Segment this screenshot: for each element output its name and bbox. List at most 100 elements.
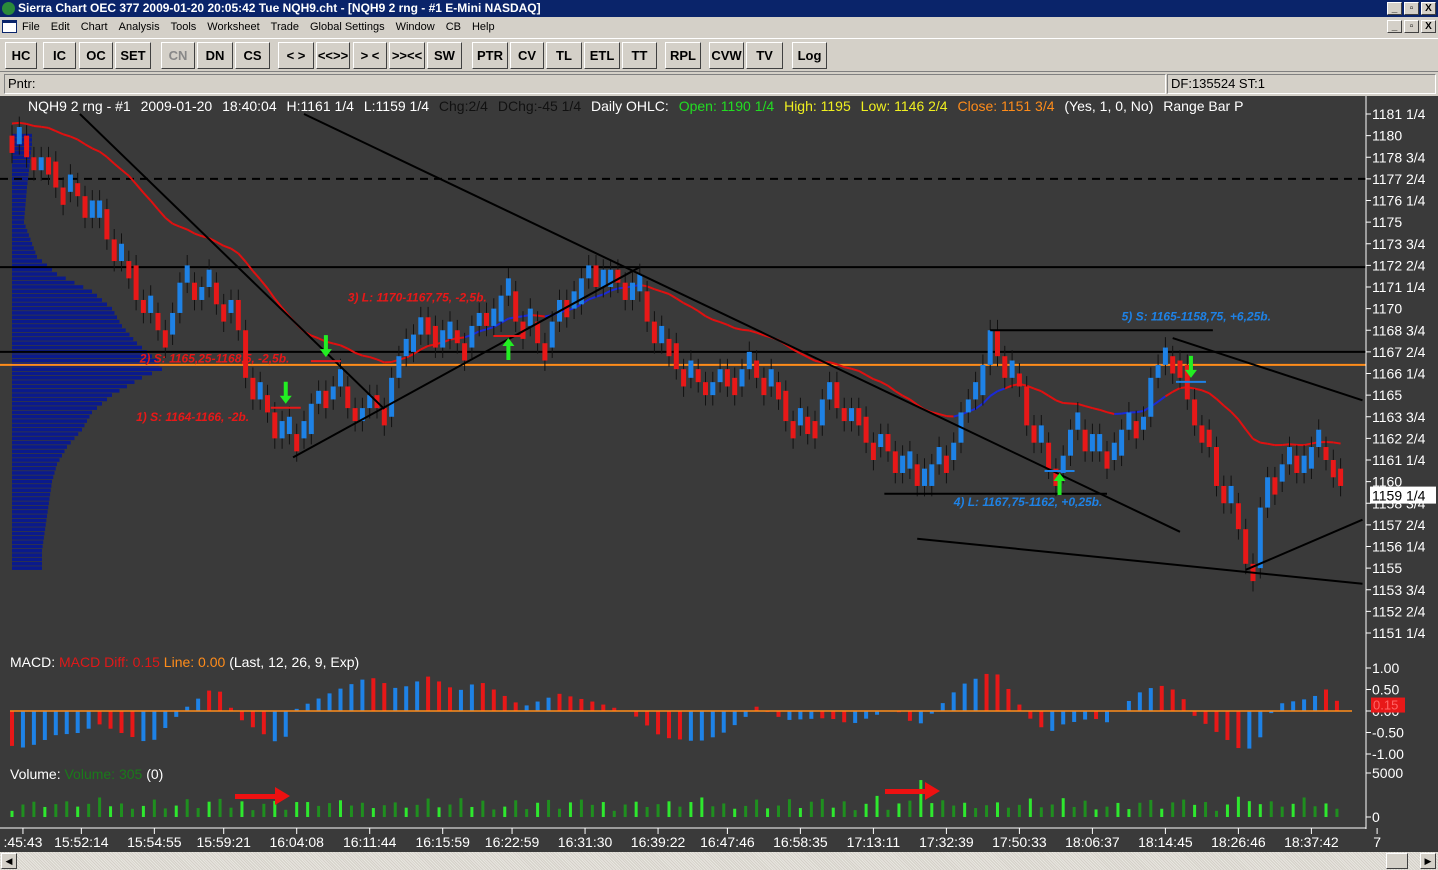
scroll-right-icon[interactable]: ▶ (1420, 853, 1436, 869)
bar-change: Chg:2/4 (438, 98, 488, 114)
macd-bar (743, 711, 748, 717)
menu-cb[interactable]: CB (446, 17, 461, 37)
volume-bar (437, 807, 441, 817)
menu-analysis[interactable]: Analysis (119, 17, 160, 37)
moving-average-segment (712, 318, 721, 323)
macd-bar (1148, 688, 1153, 712)
toolbar-button-ptr[interactable]: PTR (472, 42, 508, 69)
macd-bar (360, 679, 365, 712)
candle-body (1199, 425, 1205, 443)
candle-body (513, 291, 519, 322)
volume-profile-bar (12, 376, 142, 380)
toolbar-button-log[interactable]: Log (792, 42, 827, 69)
document-icon[interactable] (2, 20, 17, 33)
close-button[interactable]: X (1421, 2, 1436, 15)
volume-bar (601, 802, 605, 817)
scroll-thumb[interactable] (1386, 853, 1408, 869)
volume-bar (536, 802, 540, 817)
menu-chart[interactable]: Chart (81, 17, 108, 37)
toolbar-button-set[interactable]: SET (115, 42, 151, 69)
candle-body (1089, 434, 1095, 452)
volume-bar (1083, 800, 1087, 817)
toolbar-button-dn[interactable]: DN (197, 42, 233, 69)
macd-bar (404, 686, 409, 712)
menu-trade[interactable]: Trade (271, 17, 299, 37)
volume-profile-bar (12, 479, 52, 484)
doc-minimize-button[interactable]: _ (1387, 20, 1402, 33)
menu-tools[interactable]: Tools (171, 17, 197, 37)
volume-bar (1138, 802, 1142, 817)
macd-bar (864, 711, 869, 719)
macd-bar (842, 711, 847, 723)
candle-body (498, 295, 504, 322)
pointer-field: Pntr: (4, 74, 1166, 94)
restore-button[interactable]: ▫ (1404, 2, 1419, 15)
toolbar-button-oc[interactable]: OC (79, 42, 113, 69)
volume-profile-bar (12, 553, 42, 557)
toolbar-button-tv[interactable]: TV (746, 42, 783, 69)
menu-global-settings[interactable]: Global Settings (310, 17, 385, 37)
volume-bar (777, 805, 780, 817)
candle-body (279, 421, 285, 439)
macd-bar (513, 702, 518, 712)
study-params: (Yes, 1, 0, No) (1064, 98, 1154, 114)
candle-body (885, 434, 891, 452)
moving-average-segment (252, 270, 261, 280)
volume-bar (262, 803, 266, 817)
candle-body (688, 360, 694, 378)
volume-profile-bar (12, 501, 49, 506)
toolbar-button-llgg[interactable]: <<>> (316, 42, 350, 69)
volume-profile-bar (12, 427, 82, 432)
toolbar-button-cs[interactable]: CS (235, 42, 270, 69)
toolbar-button-cv[interactable]: CV (510, 42, 544, 69)
scroll-left-icon[interactable]: ◀ (1, 853, 17, 869)
doc-restore-button[interactable]: ▫ (1404, 20, 1419, 33)
volume-tick-label: 0 (1372, 809, 1380, 825)
macd-legend: MACD: MACD Diff: 0.15 Line: 0.00 (Last, … (10, 654, 359, 670)
menu-edit[interactable]: Edit (51, 17, 70, 37)
chart-canvas[interactable]: 1) S: 1164-1166, -2b. 2) S: 1165,25-1168,… (0, 96, 1438, 852)
toolbar-button-cn[interactable]: CN (161, 42, 195, 69)
moving-average-segment (1289, 443, 1297, 446)
toolbar-button-cvw[interactable]: CVW (709, 42, 744, 69)
macd-diff: MACD Diff: 0.15 (59, 654, 160, 670)
toolbar-button-sw[interactable]: SW (427, 42, 462, 69)
chart-area[interactable]: 1) S: 1164-1166, -2b. 2) S: 1165,25-1168,… (0, 96, 1438, 852)
doc-close-button[interactable]: X (1421, 20, 1436, 33)
toolbar-button-rpl[interactable]: RPL (665, 42, 701, 69)
horizontal-scrollbar[interactable]: ◀ ▶ (0, 852, 1438, 870)
candle-body (739, 369, 745, 387)
volume-profile-bar (12, 319, 120, 324)
price-tick-label: 1165 (1372, 387, 1402, 403)
volume-profile-bar (12, 276, 66, 281)
macd-bar (853, 711, 858, 723)
candle-body (1170, 356, 1176, 374)
volume-profile-bar (12, 306, 112, 311)
volume-profile-bar (12, 181, 28, 185)
toolbar-button-gl[interactable]: > < (353, 42, 387, 69)
menu-file[interactable]: File (22, 17, 40, 37)
candle-body (593, 265, 599, 287)
macd-bar (239, 711, 244, 721)
menu-help[interactable]: Help (472, 17, 495, 37)
volume-profile-bar (12, 246, 34, 250)
moving-average-segment (120, 169, 130, 177)
candle-body (89, 200, 95, 218)
menu-worksheet[interactable]: Worksheet (207, 17, 259, 37)
toolbar-button-tt[interactable]: TT (622, 42, 657, 69)
toolbar-button-etl[interactable]: ETL (584, 42, 620, 69)
candle-body (666, 338, 672, 357)
toolbar-button-lg[interactable]: < > (278, 42, 314, 69)
toolbar-button-tl[interactable]: TL (546, 42, 582, 69)
toolbar-button-ic[interactable]: IC (43, 42, 76, 69)
menu-window[interactable]: Window (396, 17, 435, 37)
toolbar-button-hc[interactable]: HC (5, 42, 37, 69)
toolbar-button-ggll[interactable]: >><< (389, 42, 425, 69)
candle-body (257, 382, 263, 400)
macd-bar (207, 690, 212, 712)
candle-body (1265, 477, 1271, 508)
minimize-button[interactable]: _ (1387, 2, 1402, 15)
candle-body (462, 343, 468, 361)
moving-average-segment (1077, 402, 1086, 408)
volume-bar (1039, 807, 1043, 817)
